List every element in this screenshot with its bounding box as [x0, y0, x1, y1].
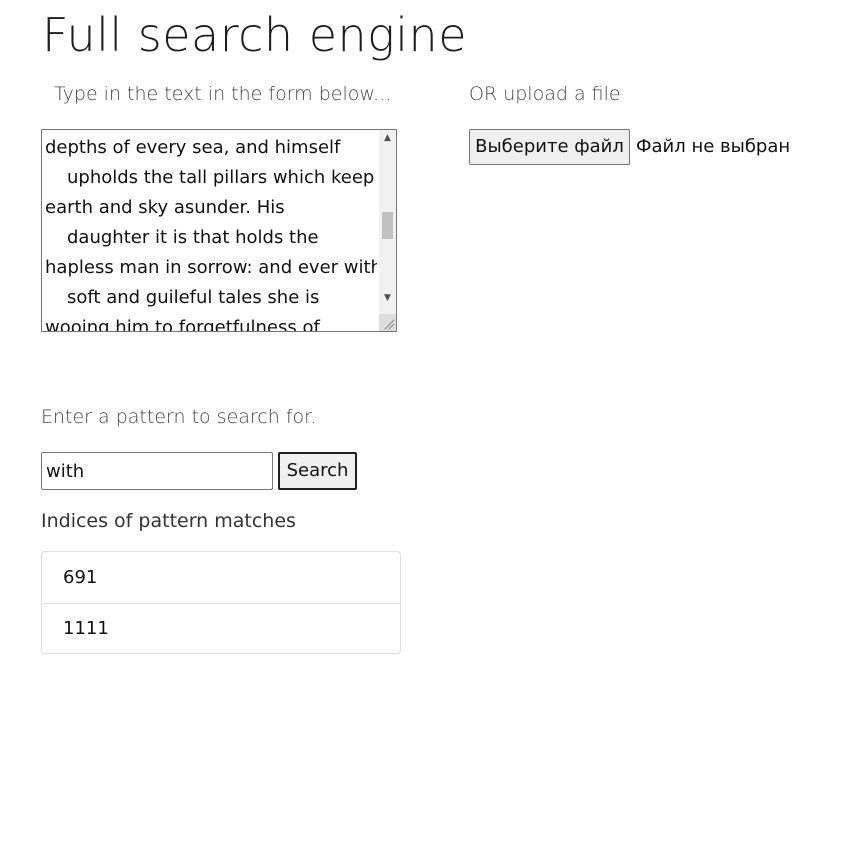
text-line: soft and guileful tales she is — [67, 287, 320, 308]
text-area-scrollbar[interactable]: ▲ ▼ — [379, 130, 396, 331]
file-status-text: Файл не выбран — [636, 136, 791, 157]
text-line: wooing him to forgetfulness of — [45, 317, 320, 332]
upload-label: OR upload a file — [469, 83, 621, 105]
text-line: earth and sky asunder. His — [45, 197, 285, 218]
text-area-content[interactable]: depths of every sea, and himself upholds… — [45, 133, 377, 332]
result-item: 691 — [63, 567, 98, 588]
pattern-label: Enter a pattern to search for. — [41, 406, 317, 428]
text-input-label: Type in the text in the form below... — [54, 83, 392, 105]
text-area[interactable]: depths of every sea, and himself upholds… — [41, 129, 397, 332]
pattern-input[interactable] — [41, 452, 273, 490]
text-line: hapless man in sorrow: and ever with — [45, 257, 377, 278]
text-line: daughter it is that holds the — [67, 227, 319, 248]
resize-grip-icon[interactable] — [379, 314, 396, 331]
scroll-up-arrow-icon[interactable]: ▲ — [379, 130, 396, 147]
results-list: 691 1111 — [41, 551, 401, 654]
choose-file-button[interactable]: Выберите файл — [469, 129, 630, 165]
scroll-thumb[interactable] — [382, 212, 393, 239]
result-item: 1111 — [42, 603, 400, 653]
search-button[interactable]: Search — [278, 452, 357, 490]
text-line: depths of every sea, and himself — [45, 137, 341, 158]
page-title: Full search engine — [42, 8, 467, 62]
text-line: upholds the tall pillars which keep — [67, 167, 375, 188]
scroll-down-arrow-icon[interactable]: ▼ — [379, 290, 396, 307]
results-heading: Indices of pattern matches — [41, 510, 296, 532]
